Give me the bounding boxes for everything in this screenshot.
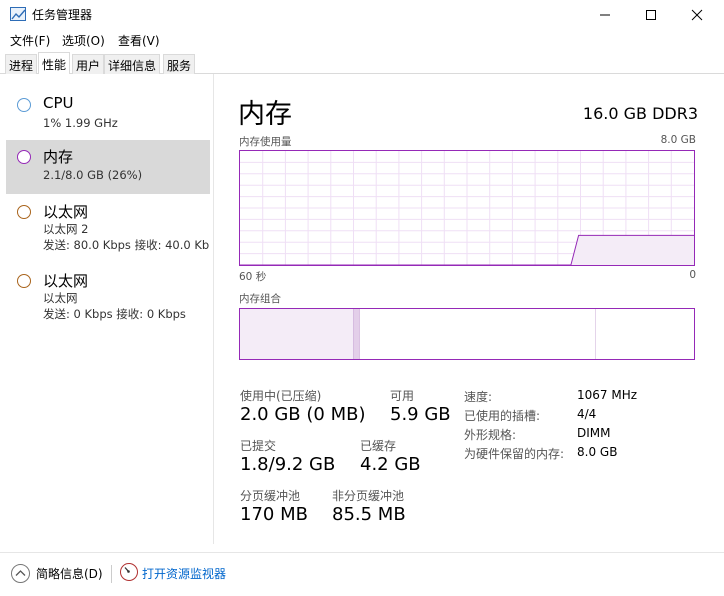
resource-title: 以太网 [43, 203, 89, 221]
usage-graph-label: 内存使用量 [239, 136, 292, 148]
paged-pool-label: 分页缓冲池 [240, 489, 301, 503]
resource-subtitle: 以太网 2 [43, 222, 89, 236]
nonpaged-pool-label: 非分页缓冲池 [332, 489, 405, 503]
resource-throughput: 发送: 80.0 Kbps 接收: 40.0 Kb [43, 238, 210, 252]
memory-indicator-icon [17, 150, 31, 164]
resource-title: CPU [43, 94, 74, 112]
footer-bar: 简略信息(D) 打开资源监视器 [0, 552, 724, 596]
graph-axis-start: 60 秒 [239, 271, 267, 283]
resource-monitor-icon[interactable] [120, 563, 138, 581]
memory-usage-chart [240, 151, 694, 266]
available-label: 可用 [390, 389, 415, 403]
resource-subtitle: 2.1/8.0 GB (26%) [43, 168, 143, 182]
ethernet-indicator-icon [17, 205, 31, 219]
open-resource-monitor-link[interactable]: 打开资源监视器 [142, 565, 226, 582]
resource-throughput: 发送: 0 Kbps 接收: 0 Kbps [43, 307, 186, 321]
title-bar: 任务管理器 [0, 0, 724, 30]
menu-view[interactable]: 查看(V) [118, 32, 160, 49]
menu-options[interactable]: 选项(O) [62, 32, 105, 49]
chevron-up-icon[interactable] [11, 564, 30, 583]
resource-title: 以太网 [43, 272, 89, 290]
composition-standby [359, 309, 596, 359]
composition-label: 内存组合 [239, 293, 281, 305]
spec-value-form-factor: DIMM [577, 426, 611, 440]
resource-item-cpu[interactable]: CPU 1% 1.99 GHz [6, 88, 210, 142]
committed-label: 已提交 [240, 439, 277, 453]
fewer-details-button[interactable]: 简略信息(D) [36, 565, 103, 582]
task-manager-icon [10, 7, 26, 21]
memory-usage-graph [239, 150, 695, 266]
spec-label-speed: 速度: [464, 390, 493, 404]
composition-modified [353, 309, 360, 359]
tab-processes[interactable]: 进程 [5, 54, 38, 74]
resource-item-ethernet[interactable]: 以太网 以太网 发送: 0 Kbps 接收: 0 Kbps [6, 264, 210, 324]
paged-pool-value: 170 MB [240, 504, 308, 525]
spec-label-reserved: 为硬件保留的内存: [464, 447, 565, 461]
menu-bar: 文件(F) 选项(O) 查看(V) [0, 30, 724, 50]
memory-total: 16.0 GB DDR3 [582, 104, 698, 123]
memory-detail-panel: 内存 16.0 GB DDR3 内存使用量 8.0 GB 60 秒 0 内存组合… [238, 74, 708, 550]
spec-label-form-factor: 外形规格: [464, 428, 517, 442]
tab-bar: 进程 性能 用户 详细信息 服务 [0, 52, 724, 75]
nonpaged-pool-value: 85.5 MB [332, 504, 406, 525]
window-title: 任务管理器 [32, 8, 93, 22]
cached-label: 已缓存 [360, 439, 397, 453]
available-value: 5.9 GB [390, 404, 451, 425]
tab-details[interactable]: 详细信息 [104, 54, 161, 74]
spec-value-reserved: 8.0 GB [577, 445, 618, 459]
tab-performance[interactable]: 性能 [38, 52, 71, 75]
spec-value-slots: 4/4 [577, 407, 597, 421]
spec-label-slots: 已使用的插槽: [464, 409, 541, 423]
tab-users[interactable]: 用户 [72, 54, 105, 74]
resource-subtitle: 以太网 [43, 291, 78, 305]
performance-content: CPU 1% 1.99 GHz 内存 2.1/8.0 GB (26%) 以太网 … [0, 74, 724, 550]
ethernet-indicator-icon [17, 274, 31, 288]
composition-free [595, 309, 694, 359]
cached-value: 4.2 GB [360, 454, 421, 475]
memory-composition-chart [240, 309, 694, 359]
resource-item-memory[interactable]: 内存 2.1/8.0 GB (26%) [6, 140, 210, 194]
resource-item-ethernet-2[interactable]: 以太网 以太网 2 发送: 80.0 Kbps 接收: 40.0 Kb [6, 195, 210, 255]
resource-title: 内存 [43, 148, 74, 166]
spec-value-speed: 1067 MHz [577, 388, 638, 402]
committed-value: 1.8/9.2 GB [240, 454, 336, 475]
maximize-button[interactable] [628, 0, 674, 30]
resource-subtitle: 1% 1.99 GHz [43, 116, 118, 130]
in-use-label: 使用中(已压缩) [240, 389, 322, 403]
composition-in-use [240, 309, 354, 359]
cpu-indicator-icon [17, 98, 31, 112]
graph-axis-end: 0 [689, 269, 696, 281]
resource-list: CPU 1% 1.99 GHz 内存 2.1/8.0 GB (26%) 以太网 … [0, 74, 214, 544]
memory-composition-bar [239, 308, 695, 360]
footer-divider [111, 565, 112, 583]
close-button[interactable] [674, 0, 720, 30]
menu-file[interactable]: 文件(F) [10, 32, 50, 49]
minimize-button[interactable] [582, 0, 628, 30]
in-use-value: 2.0 GB (0 MB) [240, 404, 366, 425]
tab-services[interactable]: 服务 [163, 54, 196, 74]
page-title: 内存 [238, 99, 292, 130]
usage-graph-max: 8.0 GB [660, 134, 696, 146]
